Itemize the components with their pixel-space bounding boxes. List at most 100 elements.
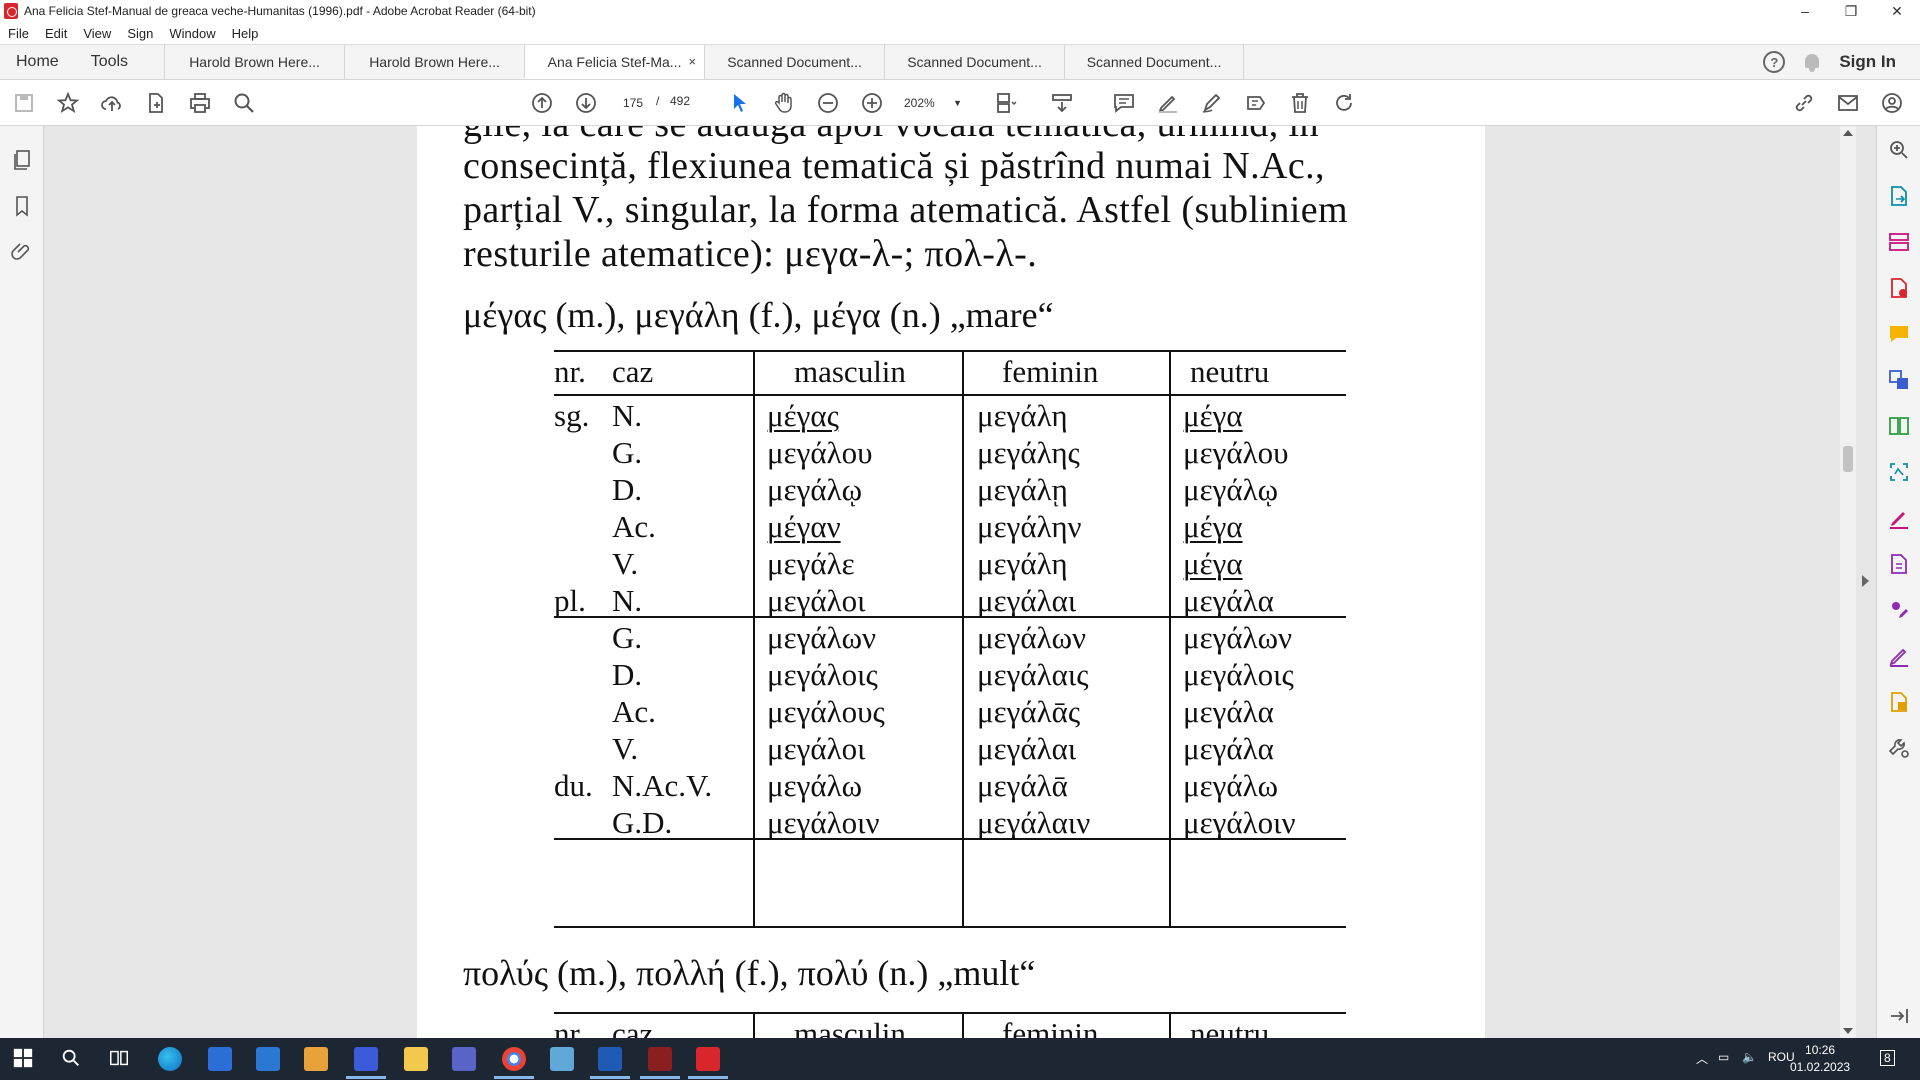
header-caz: caz — [612, 1016, 654, 1038]
page-thumbnails-icon[interactable] — [10, 148, 34, 172]
page-display-icon[interactable] — [994, 91, 1018, 115]
document-tab-active[interactable]: Ana Felicia Stef-Ma... × — [524, 45, 705, 79]
search-taskbar-icon[interactable] — [60, 1047, 84, 1071]
minimize-button[interactable]: – — [1782, 0, 1828, 22]
tab-home[interactable]: Home — [0, 45, 75, 79]
next-page-icon[interactable] — [574, 91, 598, 115]
document-tab[interactable]: Scanned Document... — [884, 45, 1064, 79]
star-icon[interactable] — [56, 91, 80, 115]
stamp-icon[interactable] — [1244, 91, 1268, 115]
document-tab[interactable]: Scanned Document... — [704, 45, 884, 79]
zoom-level-select[interactable]: 202% ▼ — [900, 92, 966, 114]
windows-start-icon[interactable] — [12, 1047, 36, 1071]
fill-sign-icon[interactable] — [1887, 506, 1911, 530]
notes-app-icon[interactable] — [550, 1047, 574, 1071]
app-icon[interactable] — [640, 1047, 680, 1079]
zoom-search-icon[interactable] — [1887, 138, 1911, 162]
chrome-icon[interactable] — [494, 1047, 534, 1079]
zoom-out-icon[interactable] — [816, 91, 840, 115]
cloud-upload-icon[interactable] — [100, 91, 124, 115]
close-tab-icon[interactable]: × — [688, 54, 696, 69]
help-icon[interactable]: ? — [1763, 51, 1786, 73]
protect-icon[interactable] — [1887, 552, 1911, 576]
bookmarks-icon[interactable] — [10, 194, 34, 218]
acrobat-taskbar-icon[interactable] — [688, 1047, 728, 1079]
scan-ocr-icon[interactable] — [1887, 460, 1911, 484]
rotate-icon[interactable] — [1332, 91, 1356, 115]
masculine-form-cell: μεγάλοις — [767, 657, 878, 692]
menu-file[interactable]: File — [0, 26, 37, 41]
notification-bell-icon[interactable] — [1803, 52, 1821, 72]
task-view-icon[interactable] — [108, 1047, 132, 1071]
close-window-button[interactable]: ✕ — [1874, 0, 1920, 22]
masculine-form-cell: μεγάλῳ — [767, 472, 863, 507]
print-icon[interactable] — [188, 91, 212, 115]
export-pdf-icon[interactable] — [1887, 184, 1911, 208]
tab-tools[interactable]: Tools — [75, 45, 144, 79]
comment-icon[interactable] — [1112, 91, 1136, 115]
document-tab[interactable]: Harold Brown Here... — [344, 45, 524, 79]
collapse-right-pane-icon[interactable] — [1862, 575, 1869, 587]
collapse-tools-icon[interactable] — [1887, 1004, 1911, 1028]
window-title: Ana Felicia Stef-Manual de greaca veche-… — [24, 4, 536, 18]
scroll-down-icon[interactable] — [1843, 1028, 1853, 1034]
zoom-in-icon[interactable] — [860, 91, 884, 115]
request-signature-icon[interactable] — [1887, 598, 1911, 622]
create-pdf-tool-icon[interactable] — [1887, 276, 1911, 300]
prepare-form-icon[interactable] — [1887, 644, 1911, 668]
document-tab[interactable]: Harold Brown Here... — [164, 45, 344, 79]
attachments-icon[interactable] — [10, 240, 34, 264]
mail-icon[interactable] — [256, 1047, 280, 1071]
previous-page-icon[interactable] — [530, 91, 554, 115]
volume-icon[interactable]: 🔈 — [1742, 1050, 1757, 1064]
save-app-icon[interactable] — [346, 1047, 386, 1079]
email-icon[interactable] — [1836, 91, 1860, 115]
select-cursor-icon[interactable] — [728, 91, 752, 115]
show-hidden-icons[interactable]: ︿ — [1696, 1050, 1708, 1067]
file-explorer-icon[interactable] — [404, 1047, 428, 1071]
scrollbar-thumb[interactable] — [1843, 446, 1853, 472]
page-number-input[interactable]: 175 — [612, 92, 654, 114]
app-icon[interactable] — [452, 1047, 476, 1071]
hand-tool-icon[interactable] — [772, 91, 796, 115]
store-icon[interactable] — [208, 1047, 232, 1071]
menu-view[interactable]: View — [75, 26, 119, 41]
network-icon[interactable]: ▭ — [1718, 1050, 1729, 1064]
create-pdf-icon[interactable] — [144, 91, 168, 115]
maximize-button[interactable]: ❐ — [1828, 0, 1874, 22]
sign-in-button[interactable]: Sign In — [1839, 52, 1896, 72]
media-player-icon[interactable] — [304, 1047, 328, 1071]
highlight-pen-icon[interactable] — [1156, 91, 1180, 115]
comment-tool-icon[interactable] — [1887, 322, 1911, 346]
document-view[interactable]: gile, la care se adaugă apoi vocala tema… — [44, 126, 1840, 1038]
save-icon[interactable] — [12, 91, 36, 115]
menu-help[interactable]: Help — [224, 26, 267, 41]
table-column-rule — [962, 350, 964, 928]
edit-pdf-icon[interactable] — [1887, 230, 1911, 254]
scroll-mode-icon[interactable] — [1050, 91, 1074, 115]
edge-browser-icon[interactable] — [158, 1047, 182, 1071]
send-for-review-icon[interactable] — [1887, 690, 1911, 714]
combine-files-icon[interactable] — [1887, 368, 1911, 392]
row-number-cell: pl. — [554, 583, 586, 618]
notifications-badge[interactable]: 8 — [1880, 1050, 1895, 1066]
paragraph-line: resturile atematice): μεγα-λ-; πολ-λ-. — [463, 233, 1038, 275]
document-tab[interactable]: Scanned Document... — [1064, 45, 1245, 79]
vertical-scrollbar[interactable] — [1840, 126, 1856, 1038]
share-link-icon[interactable] — [1792, 91, 1816, 115]
word-icon[interactable] — [590, 1047, 630, 1079]
scroll-up-icon[interactable] — [1843, 130, 1853, 136]
menu-sign[interactable]: Sign — [119, 26, 161, 41]
account-icon[interactable] — [1880, 91, 1904, 115]
menu-edit[interactable]: Edit — [37, 26, 75, 41]
more-tools-icon[interactable] — [1887, 736, 1911, 760]
clock[interactable]: 10:26 01.02.2023 — [1790, 1042, 1850, 1076]
row-case-cell: V. — [612, 731, 639, 766]
draw-icon[interactable] — [1200, 91, 1224, 115]
search-icon[interactable] — [232, 91, 256, 115]
organize-pages-icon[interactable] — [1887, 414, 1911, 438]
menu-window[interactable]: Window — [161, 26, 223, 41]
delete-icon[interactable] — [1288, 91, 1312, 115]
masculine-form-cell: μεγάλους — [767, 694, 885, 729]
masculine-form-cell: μέγαν — [767, 509, 841, 544]
